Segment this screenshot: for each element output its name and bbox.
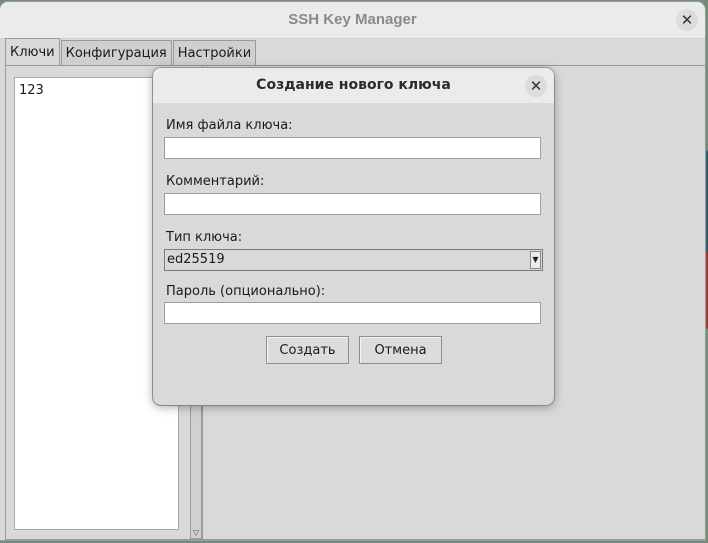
close-icon[interactable]: ✕ xyxy=(676,9,698,31)
tab-configuration[interactable]: Конфигурация xyxy=(60,40,172,65)
window-title: SSH Key Manager xyxy=(288,11,417,28)
dialog-title: Создание нового ключа xyxy=(256,77,451,93)
filename-input[interactable] xyxy=(164,137,541,159)
tab-bar: Ключи Конфигурация Настройки xyxy=(5,38,257,66)
tab-settings[interactable]: Настройки xyxy=(172,40,257,65)
filename-label: Имя файла ключа: xyxy=(166,118,293,133)
comment-label: Комментарий: xyxy=(166,174,265,189)
chevron-down-icon[interactable]: ▼ xyxy=(530,251,541,269)
key-type-label: Тип ключа: xyxy=(166,230,243,245)
window-titlebar[interactable]: SSH Key Manager ✕ xyxy=(0,2,705,39)
password-label: Пароль (опционально): xyxy=(166,284,326,299)
key-type-select[interactable]: ed25519 ▼ xyxy=(164,249,543,271)
create-key-dialog: Создание нового ключа ✕ Имя файла ключа:… xyxy=(153,68,554,405)
dialog-titlebar[interactable]: Создание нового ключа ✕ xyxy=(153,68,554,103)
tab-label: Настройки xyxy=(177,45,252,61)
cancel-button[interactable]: Отмена xyxy=(359,336,442,364)
tab-keys[interactable]: Ключи xyxy=(5,38,60,65)
tab-label: Конфигурация xyxy=(65,45,167,61)
create-button[interactable]: Создать xyxy=(266,336,349,364)
scroll-down-icon[interactable]: ▽ xyxy=(191,528,201,538)
tab-label: Ключи xyxy=(10,44,55,60)
password-input[interactable] xyxy=(164,302,541,324)
close-icon[interactable]: ✕ xyxy=(525,75,547,97)
comment-input[interactable] xyxy=(164,193,541,215)
key-type-value: ed25519 xyxy=(167,252,225,267)
